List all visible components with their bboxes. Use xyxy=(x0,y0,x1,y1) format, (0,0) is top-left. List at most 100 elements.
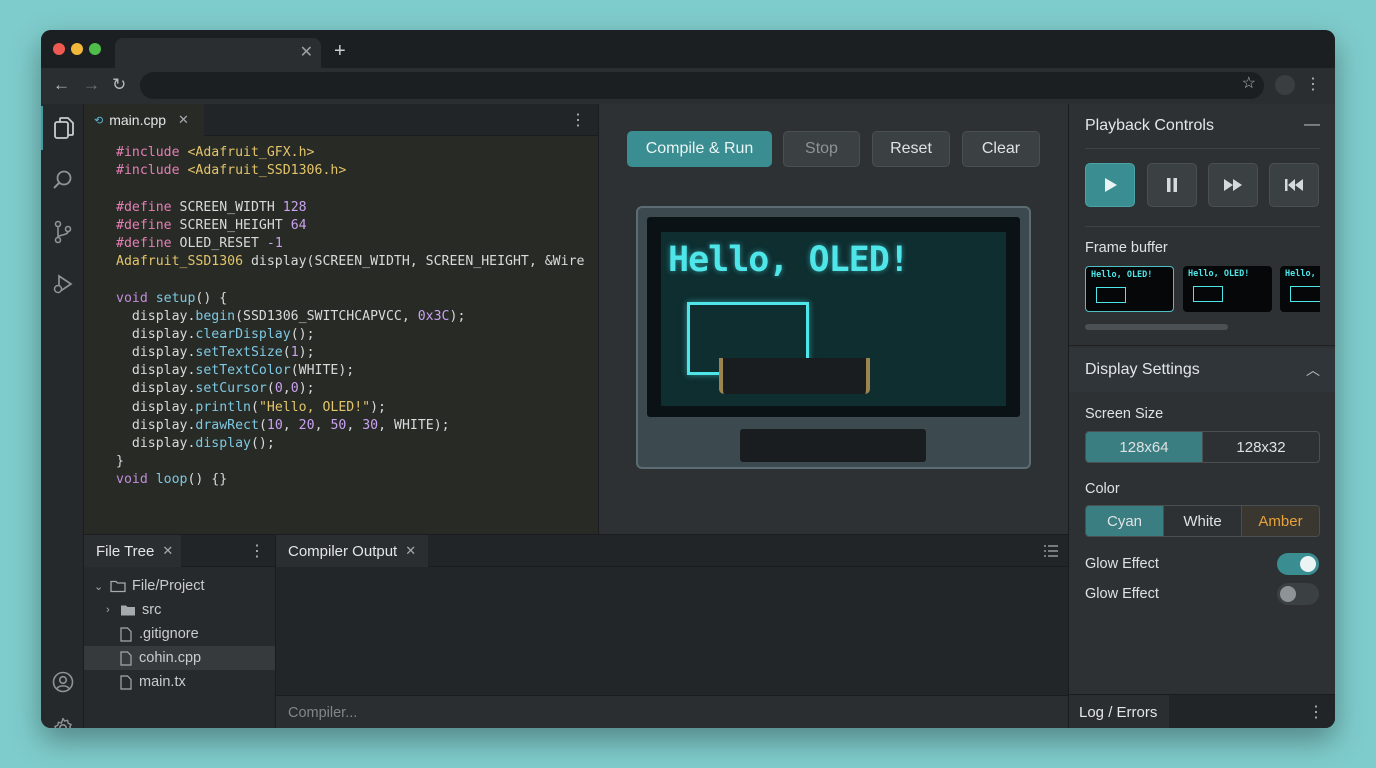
color-white[interactable]: White xyxy=(1164,506,1242,536)
frame-scrollbar[interactable] xyxy=(1085,324,1228,330)
code-token: ( xyxy=(282,345,291,361)
color-cyan[interactable]: Cyan xyxy=(1086,506,1164,536)
tab-file-tree[interactable]: File Tree ✕ xyxy=(84,535,181,567)
play-button[interactable] xyxy=(1085,163,1135,207)
pause-icon xyxy=(1167,178,1177,192)
code-line: display.drawRect(10, 20, 50, 30, WHITE); xyxy=(116,417,598,435)
code-token: , xyxy=(346,417,363,433)
close-window-button[interactable] xyxy=(53,43,65,55)
tree-item-cohin-cpp[interactable]: cohin.cpp xyxy=(84,646,275,670)
skip-back-icon xyxy=(1285,179,1303,191)
minimize-window-button[interactable] xyxy=(71,43,83,55)
glow-effect-label: Glow Effect xyxy=(1085,586,1159,602)
back-icon[interactable]: ← xyxy=(53,75,70,95)
divider xyxy=(1085,148,1320,149)
tab-main-cpp[interactable]: ⟲ main.cpp ✕ xyxy=(84,104,204,136)
code-token: Adafruit_SSD1306 xyxy=(116,254,251,270)
tree-root[interactable]: ⌄ File/Project xyxy=(84,574,275,598)
run-debug-icon[interactable] xyxy=(41,262,84,306)
code-token: #define xyxy=(116,217,180,233)
frame-text: Hello, OLED! xyxy=(1091,270,1153,280)
file-tree-more-icon[interactable]: ⋮ xyxy=(249,541,265,561)
code-token: display xyxy=(195,436,251,451)
oled-text: Hello, OLED! xyxy=(668,240,910,280)
tree-item-gitignore[interactable]: .gitignore xyxy=(84,622,275,646)
playback-controls-header[interactable]: Playback Controls — xyxy=(1069,104,1335,148)
account-icon[interactable] xyxy=(41,660,84,704)
play-icon xyxy=(1105,178,1117,192)
code-token: ( xyxy=(250,399,259,415)
code-token: 20 xyxy=(298,417,315,433)
close-tab-icon[interactable]: ✕ xyxy=(405,543,416,559)
list-view-icon[interactable] xyxy=(1043,544,1059,558)
code-token: } xyxy=(116,454,124,470)
tab-compiler-output[interactable]: Compiler Output ✕ xyxy=(276,535,428,567)
pause-button[interactable] xyxy=(1147,163,1197,207)
browser-menu-icon[interactable]: ⋮ xyxy=(1305,74,1321,94)
code-token: clearDisplay xyxy=(195,326,291,342)
new-tab-icon[interactable]: + xyxy=(334,40,346,63)
settings-gear-icon[interactable] xyxy=(41,708,84,728)
close-tab-icon[interactable]: ✕ xyxy=(178,112,189,128)
code-token: #define xyxy=(116,199,180,215)
collapse-icon[interactable]: — xyxy=(1304,116,1320,134)
browser-tab[interactable]: ✕ xyxy=(115,38,321,68)
code-token: 0 xyxy=(274,381,283,397)
source-control-icon[interactable] xyxy=(41,210,84,254)
screen-size-128x32[interactable]: 128x32 xyxy=(1203,432,1319,462)
chevron-up-icon[interactable]: ︿ xyxy=(1306,360,1320,380)
code-token: , xyxy=(314,417,331,433)
tree-item-main-tx[interactable]: main.tx xyxy=(84,670,275,694)
close-tab-icon[interactable]: ✕ xyxy=(162,543,173,559)
code-token: SCREEN_WIDTH xyxy=(179,199,283,215)
color-amber[interactable]: Amber xyxy=(1242,506,1319,536)
log-more-icon[interactable]: ⋮ xyxy=(1308,702,1324,722)
compile-run-button[interactable]: Compile & Run xyxy=(627,131,772,167)
display-settings-title: Display Settings xyxy=(1085,361,1200,378)
simulator-panel: Compile & Run Stop Reset Clear Hello, OL… xyxy=(598,104,1068,534)
screen-size-128x64[interactable]: 128x64 xyxy=(1086,432,1203,462)
flex-cable xyxy=(719,358,870,394)
divider xyxy=(1069,345,1335,346)
file-icon xyxy=(120,650,132,666)
tab-log-errors[interactable]: Log / Errors xyxy=(1069,695,1169,728)
profile-avatar[interactable] xyxy=(1275,75,1295,95)
clear-button[interactable]: Clear xyxy=(962,131,1040,167)
frame-thumbnail[interactable]: Hello, OLED! xyxy=(1085,266,1174,312)
code-area[interactable]: #include <Adafruit_GFX.h> #include <Adafr… xyxy=(116,144,598,490)
code-line: display.println("Hello, OLED!"); xyxy=(116,399,598,417)
code-token: display. xyxy=(116,417,196,433)
tree-item-src[interactable]: › src xyxy=(84,598,275,622)
forward-icon[interactable]: → xyxy=(83,75,100,95)
bookmark-star-icon[interactable]: ☆ xyxy=(1242,73,1256,93)
code-token: display. xyxy=(116,345,196,361)
address-bar[interactable] xyxy=(140,72,1264,99)
code-token: display. xyxy=(116,326,196,342)
explorer-icon[interactable] xyxy=(41,106,84,150)
glow-effect-toggle[interactable] xyxy=(1277,583,1319,605)
search-icon[interactable] xyxy=(41,158,84,202)
skip-back-button[interactable] xyxy=(1269,163,1319,207)
compiler-input[interactable]: Compiler... xyxy=(276,695,1069,728)
flex-connector xyxy=(740,429,926,462)
reset-button[interactable]: Reset xyxy=(872,131,950,167)
close-tab-icon[interactable]: ✕ xyxy=(300,42,313,62)
code-token: setTextColor xyxy=(195,363,291,379)
fast-forward-button[interactable] xyxy=(1208,163,1258,207)
glow-effect-toggle[interactable] xyxy=(1277,553,1319,575)
code-token: (); xyxy=(250,436,275,451)
frame-thumbnail[interactable]: Hello, OLED! xyxy=(1183,266,1272,312)
editor-tab-label: main.cpp xyxy=(109,112,167,128)
stop-button[interactable]: Stop xyxy=(783,131,860,167)
frame-thumbnail[interactable]: Hello, O xyxy=(1280,266,1320,312)
code-token: setTextSize xyxy=(195,345,283,361)
display-settings-header[interactable]: Display Settings ︿ xyxy=(1069,348,1335,392)
code-token: 10 xyxy=(266,417,283,433)
code-token: ( xyxy=(258,417,267,433)
code-token: 30 xyxy=(362,417,379,433)
editor-more-icon[interactable]: ⋮ xyxy=(570,110,586,130)
maximize-window-button[interactable] xyxy=(89,43,101,55)
code-token: 0x3C xyxy=(417,308,450,324)
reload-icon[interactable]: ↻ xyxy=(112,75,126,95)
